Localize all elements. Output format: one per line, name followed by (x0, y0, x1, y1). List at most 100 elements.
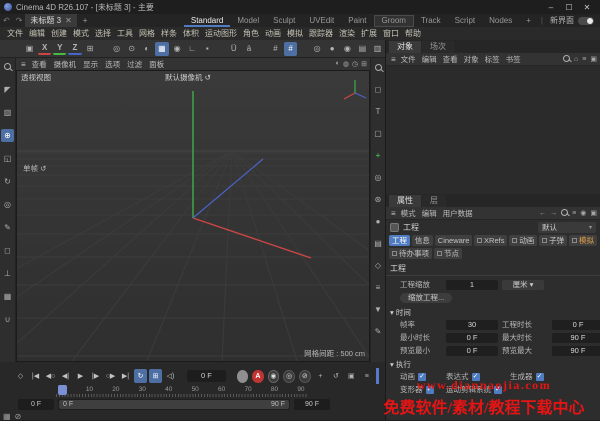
shading-icon[interactable]: ◐ (336, 60, 340, 68)
render-ball-icon[interactable]: ● (326, 42, 339, 56)
unit-dropdown[interactable]: 厘米 ▾ (502, 280, 544, 290)
axis-z-lock-icon[interactable]: Z (68, 42, 81, 55)
viewport-menu-item[interactable]: 过滤 (124, 59, 145, 70)
angle-tool-icon[interactable]: ∟ (186, 42, 199, 56)
record-position-icon[interactable]: ◎ (283, 370, 295, 383)
material-manager-icon[interactable]: ▦ (3, 412, 11, 421)
play-mode-icon[interactable]: ⊞ (149, 369, 162, 383)
minimize-button[interactable]: – (542, 3, 560, 12)
layout-tab[interactable]: UVEdit (302, 14, 341, 27)
list-icon[interactable]: ≡ (372, 281, 385, 294)
layout-tab[interactable]: Sculpt (266, 14, 302, 27)
current-frame-field[interactable]: 0 F (187, 370, 226, 382)
spline-icon[interactable]: ◇ (372, 259, 385, 272)
menu-item[interactable]: 渲染 (336, 28, 358, 39)
tiny-box-icon[interactable]: ▪ (201, 42, 214, 56)
snap-grid-icon[interactable]: # (269, 42, 282, 56)
search-icon[interactable] (563, 55, 570, 64)
attribute-tab-button[interactable]: 子弹 (539, 235, 567, 246)
exec-section-header[interactable]: ▾ 执行 (386, 356, 600, 371)
generator-icon[interactable]: ◎ (372, 171, 385, 184)
object-list[interactable] (386, 66, 600, 194)
checkbox[interactable]: ✓ (426, 386, 434, 394)
magnet-a-icon[interactable]: Ü (227, 42, 240, 56)
field-value[interactable]: 90 F (552, 333, 600, 343)
text-object-icon[interactable]: T (372, 105, 385, 118)
dropdown-icon[interactable]: ▼ (372, 303, 385, 316)
snap-enable-icon[interactable]: # (284, 42, 297, 56)
object-manager-burger-icon[interactable]: ≡ (389, 55, 398, 64)
attribute-tab-button[interactable]: 信息 (412, 235, 433, 246)
loop-playback-icon[interactable]: ↻ (134, 369, 147, 383)
viewport-menu-item[interactable]: 摄像机 (51, 59, 80, 70)
field-value[interactable]: 90 F (552, 346, 600, 356)
object-manager-menu-item[interactable]: 查看 (440, 54, 461, 65)
maximize-button[interactable]: ☐ (560, 3, 578, 12)
scale-tool-icon[interactable]: ◱ (1, 152, 14, 165)
asset-browser-icon[interactable]: ▥ (371, 42, 384, 56)
panel-tab[interactable]: 属性 (389, 195, 421, 207)
move-tool-icon[interactable]: ⊕ (1, 129, 14, 142)
menu-item[interactable]: 帮助 (402, 28, 424, 39)
project-scale-field[interactable]: 1 (446, 280, 498, 290)
time-section-header[interactable]: ▾ 时间 (386, 304, 600, 319)
motion-system-icon[interactable]: ↺ (330, 370, 341, 383)
coord-system-icon[interactable]: ⊞ (84, 42, 97, 56)
prev-key-icon[interactable]: ◀○ (44, 369, 57, 383)
solo-mode-icon[interactable]: ▣ (346, 370, 357, 383)
close-button[interactable]: ✕ (578, 3, 596, 12)
layer-check-icon[interactable]: ⊘ (15, 412, 22, 421)
edit-render-settings-icon[interactable]: ▦ (155, 42, 168, 56)
timeline-menu-icon[interactable]: ≡ (361, 370, 372, 383)
popout-icon[interactable]: ▣ (590, 55, 597, 63)
clock-icon[interactable]: ◷ (352, 60, 358, 68)
play-icon[interactable]: ▶ (74, 369, 87, 383)
layout-tab[interactable]: Standard (184, 14, 230, 27)
viewport-menu-item[interactable]: 面板 (146, 59, 167, 70)
popout-icon[interactable]: ▣ (590, 209, 597, 217)
workplane-icon[interactable]: ▦ (1, 290, 14, 303)
render-active-icon[interactable]: ◎ (311, 42, 324, 56)
viewport-menu-item[interactable]: 显示 (80, 59, 101, 70)
selection-box-icon[interactable]: ▣ (23, 42, 36, 56)
attribute-manager-burger-icon[interactable]: ≡ (389, 209, 398, 218)
layout-tab[interactable]: Paint (341, 14, 373, 27)
magnet-b-icon[interactable]: ä (242, 42, 255, 56)
menu-item[interactable]: 运动图形 (202, 28, 240, 39)
timeline-scroll-handle[interactable] (376, 368, 380, 384)
home-icon[interactable]: ⌂ (574, 56, 578, 63)
wireframe-icon[interactable]: ◍ (343, 60, 349, 68)
menu-item[interactable]: 动画 (262, 28, 284, 39)
playhead[interactable] (58, 385, 67, 395)
timeline-ruler[interactable]: 0102030405060708090 (56, 386, 308, 397)
history-forward-icon[interactable]: → (550, 210, 557, 217)
checkbox[interactable]: ✓ (418, 373, 426, 381)
render-region-icon[interactable]: ⊙ (125, 42, 138, 56)
record-active-objects-icon[interactable]: ● (237, 370, 248, 383)
plane-object-icon[interactable]: ▢ (372, 127, 385, 140)
layout-tab[interactable]: Groom (374, 15, 414, 27)
record-parameter-icon[interactable]: + (315, 370, 326, 383)
gap[interactable] (299, 42, 308, 56)
viewport-burger-icon[interactable]: ≡ (19, 60, 28, 69)
menu-item[interactable]: 编辑 (26, 28, 48, 39)
checkbox[interactable]: ✓ (536, 373, 544, 381)
render-picture-icon[interactable]: ◐ (140, 42, 153, 56)
last-tool-icon[interactable]: ◎ (1, 198, 14, 211)
object-manager-menu-item[interactable]: 对象 (461, 54, 482, 65)
field-value[interactable]: 30 (446, 320, 498, 330)
attribute-tab-button[interactable]: 模拟 (569, 235, 597, 246)
panel-tab[interactable]: 层 (422, 195, 446, 207)
search-icon[interactable] (372, 61, 385, 74)
scale-project-button[interactable]: 缩放工程... (400, 293, 452, 303)
gap[interactable] (216, 42, 225, 56)
next-frame-icon[interactable]: |▶ (89, 369, 102, 383)
cube-object-icon[interactable]: ◻ (372, 83, 385, 96)
new-ui-toggle[interactable] (578, 17, 594, 25)
search-icon[interactable] (561, 209, 568, 218)
axis-y-lock-icon[interactable]: Y (53, 42, 66, 55)
range-end-field[interactable]: 90 F (294, 399, 330, 410)
object-manager-menu-item[interactable]: 文件 (398, 54, 419, 65)
object-manager-menu-item[interactable]: 书签 (503, 54, 524, 65)
add-object-icon[interactable]: + (372, 149, 385, 162)
